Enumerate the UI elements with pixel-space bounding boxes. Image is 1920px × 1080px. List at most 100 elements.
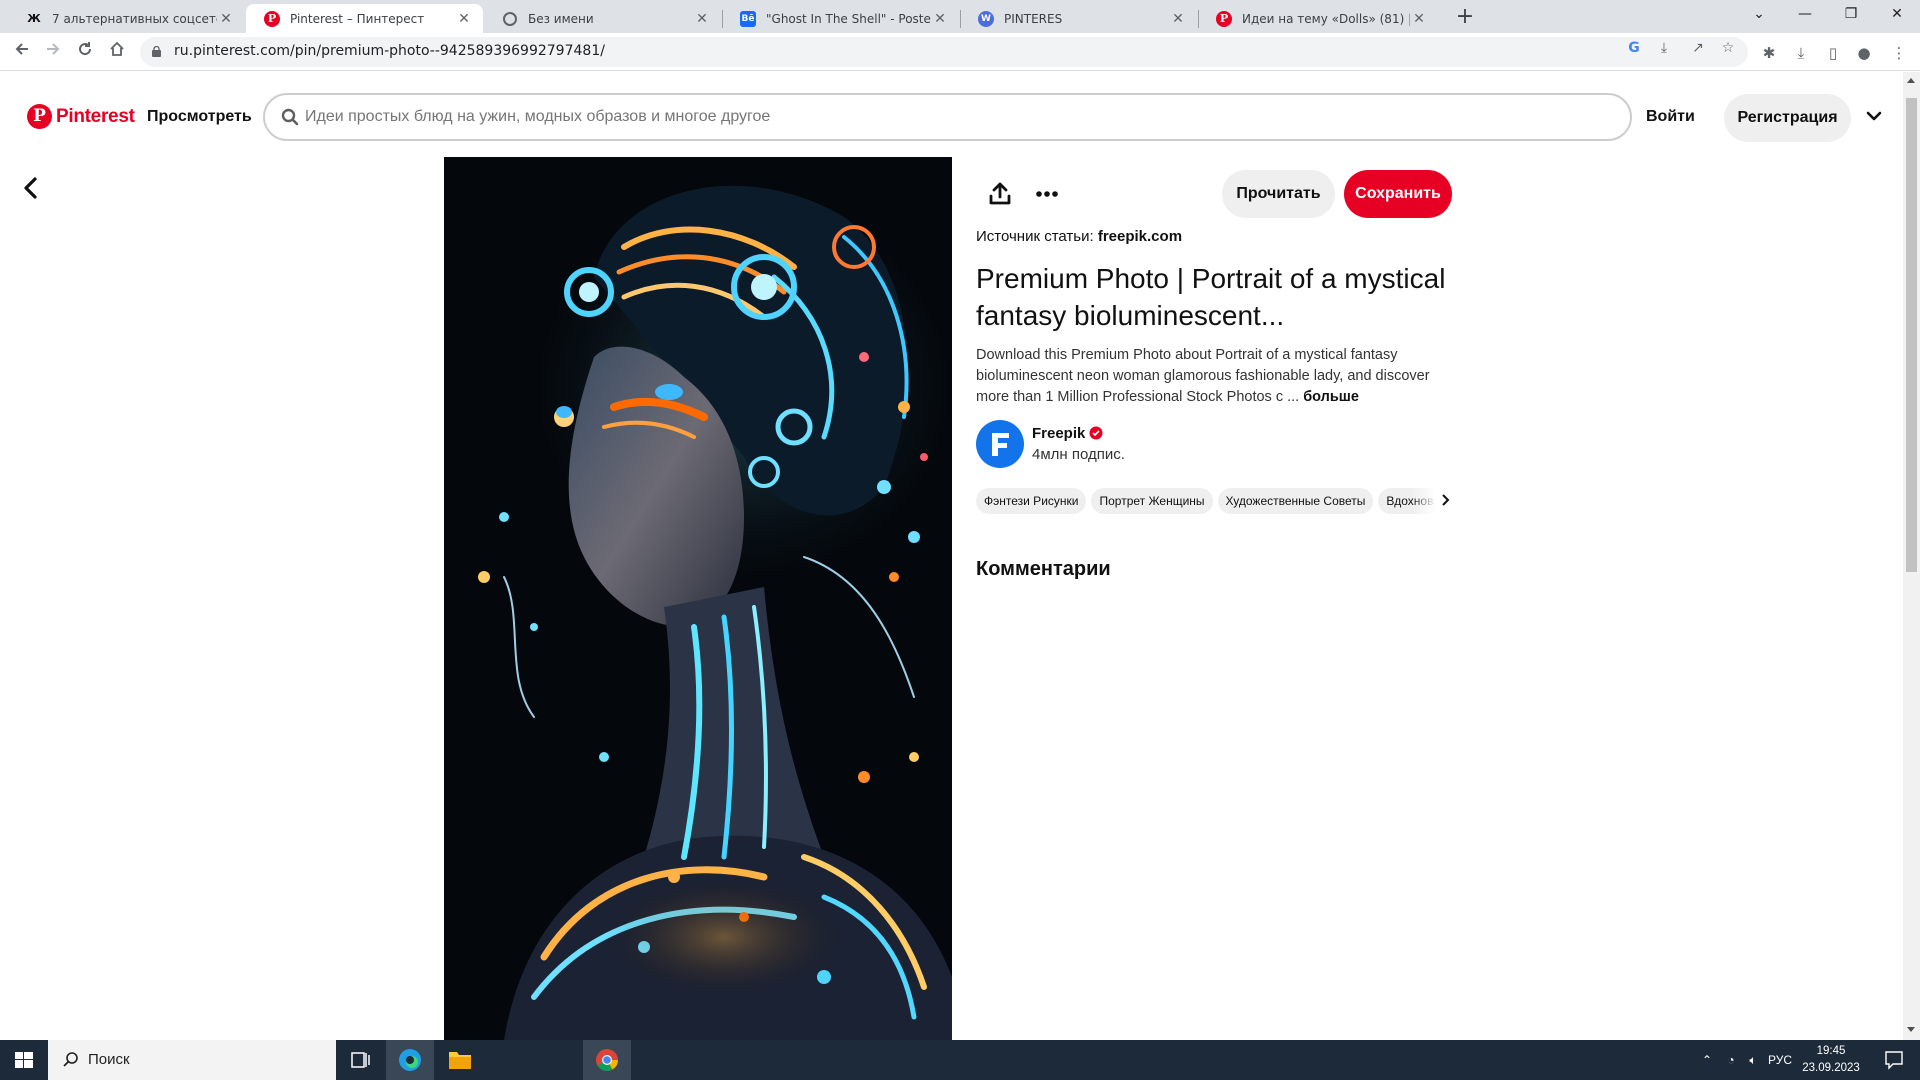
chevron-down-icon[interactable] xyxy=(1862,104,1886,128)
menu-dots-icon[interactable]: ⋮ xyxy=(1888,42,1910,64)
author-name[interactable]: Freepik xyxy=(1032,425,1085,442)
install-app-icon[interactable]: ⤓ xyxy=(1652,38,1676,58)
scrollbar-thumb[interactable] xyxy=(1906,98,1917,572)
minimize-icon[interactable]: — xyxy=(1782,0,1828,29)
tray-chevron-up-icon[interactable]: ⌃ xyxy=(1696,1040,1718,1080)
tab-title: Pinterest – Пинтерест xyxy=(290,11,425,26)
extensions-icon[interactable]: ✱ xyxy=(1758,42,1780,64)
login-button[interactable]: Войти xyxy=(1646,108,1695,126)
neon-portrait-illustration xyxy=(444,157,952,1040)
google-icon[interactable]: G xyxy=(1622,38,1646,58)
more-options-icon[interactable] xyxy=(1034,181,1060,207)
taskbar-search[interactable]: Поиск xyxy=(48,1040,336,1080)
new-tab-button[interactable]: + xyxy=(1451,5,1479,29)
edge-icon[interactable] xyxy=(386,1040,434,1080)
zen-icon: Ж xyxy=(27,12,41,25)
chrome-icon[interactable] xyxy=(583,1040,631,1080)
back-arrow-icon[interactable] xyxy=(18,174,44,202)
lock-icon xyxy=(152,46,161,57)
reload-icon[interactable] xyxy=(71,38,99,66)
notifications-icon[interactable] xyxy=(1874,1040,1914,1080)
search-icon xyxy=(281,108,299,126)
author-subscribers: 4млн подпис. xyxy=(1032,446,1125,463)
close-icon[interactable]: ✕ xyxy=(931,11,949,27)
tag-chip[interactable]: Фэнтези Рисунки xyxy=(976,488,1087,514)
save-button[interactable]: Сохранить xyxy=(1344,170,1452,218)
pinterest-logo-icon: P xyxy=(27,104,52,129)
pinterest-icon: P xyxy=(264,10,280,27)
close-icon[interactable]: ✕ xyxy=(693,11,711,27)
pinterest-header: P Pinterest Просмотреть Идеи простых блю… xyxy=(0,72,1903,164)
browser-tab-strip: Ж 7 альтернативных соцсетей для ✕ P Pint… xyxy=(0,0,1920,33)
tag-chip[interactable]: Портрет Женщины xyxy=(1091,488,1213,514)
chevron-right-icon[interactable] xyxy=(1440,490,1452,510)
clock-date: 23.09.2023 xyxy=(1802,1062,1860,1074)
pin-description: Download this Premium Photo about Portra… xyxy=(976,345,1456,408)
bookmark-star-icon[interactable]: ☆ xyxy=(1716,38,1740,58)
profile-icon[interactable]: ● xyxy=(1853,42,1875,64)
source-link[interactable]: freepik.com xyxy=(1098,228,1182,245)
search-icon xyxy=(63,1052,78,1067)
source-prefix: Источник статьи: xyxy=(976,228,1094,245)
back-arrow-icon[interactable] xyxy=(8,38,36,66)
close-icon[interactable]: ✕ xyxy=(217,11,235,27)
network-icon[interactable]: ◔ xyxy=(1720,1040,1742,1080)
file-explorer-icon[interactable] xyxy=(436,1040,484,1080)
freepik-logo-icon xyxy=(992,433,1009,456)
tab-search-icon[interactable]: ⌄ xyxy=(1736,0,1782,29)
forward-arrow-icon[interactable] xyxy=(39,38,67,66)
tab-dolls[interactable]: P Идеи на тему «Dolls» (81) | кукл ✕ xyxy=(1198,4,1438,33)
scroll-down-arrow-icon[interactable] xyxy=(1907,1027,1915,1032)
tab-pinterest[interactable]: P Pinterest – Пинтерест ✕ xyxy=(246,4,483,33)
tab-title: Идеи на тему «Dolls» (81) | кукл xyxy=(1242,11,1410,26)
home-icon[interactable] xyxy=(103,38,131,66)
close-icon[interactable]: ✕ xyxy=(1169,11,1187,27)
signup-button[interactable]: Регистрация xyxy=(1724,94,1851,142)
tab-zen[interactable]: Ж 7 альтернативных соцсетей для ✕ xyxy=(8,4,245,33)
pin-image[interactable] xyxy=(444,157,952,1040)
pinterest-logo[interactable]: P Pinterest xyxy=(27,104,135,129)
close-icon[interactable]: ✕ xyxy=(455,11,473,27)
pw-icon: W xyxy=(978,10,994,27)
share-page-icon[interactable]: ↗ xyxy=(1686,38,1710,58)
tab-title: PINTERES xyxy=(1004,11,1063,26)
comments-heading: Комментарии xyxy=(976,558,1111,580)
more-link[interactable]: больше xyxy=(1303,389,1359,405)
side-panel-icon[interactable]: ▯ xyxy=(1822,42,1844,64)
page-scrollbar[interactable] xyxy=(1903,72,1920,1040)
search-input[interactable]: Идеи простых блюд на ужин, модных образо… xyxy=(263,93,1632,141)
tab-untitled[interactable]: Без имени ✕ xyxy=(484,4,721,33)
pin-title: Premium Photo | Portrait of a mystical f… xyxy=(976,263,1446,331)
close-icon[interactable]: ✕ xyxy=(1410,11,1428,27)
task-view-icon[interactable] xyxy=(336,1040,384,1080)
windows-taskbar: Поиск ⌃ ◔ 🔈︎ РУС 19:45 23.09.2023 xyxy=(0,1040,1920,1080)
read-button[interactable]: Прочитать xyxy=(1222,170,1335,218)
tag-list: Фэнтези Рисунки Портрет Женщины Художестве… xyxy=(976,488,1452,516)
author-avatar[interactable] xyxy=(976,420,1024,468)
volume-icon[interactable]: 🔈︎ xyxy=(1742,1040,1764,1080)
windows-start-icon[interactable] xyxy=(0,1040,48,1080)
verified-badge-icon xyxy=(1089,426,1103,440)
close-window-icon[interactable]: ✕ xyxy=(1874,0,1920,29)
tag-chip[interactable]: Художественные Советы xyxy=(1217,488,1374,514)
scroll-up-arrow-icon[interactable] xyxy=(1907,78,1915,83)
description-text: Download this Premium Photo about Portra… xyxy=(976,347,1430,405)
browse-link[interactable]: Просмотреть xyxy=(147,108,252,126)
tab-title: 7 альтернативных соцсетей для xyxy=(52,11,217,26)
clock-time: 19:45 xyxy=(1816,1045,1846,1057)
pinterest-wordmark: Pinterest xyxy=(56,105,135,127)
article-source: Источник статьи: freepik.com xyxy=(976,228,1182,245)
pinterest-icon: P xyxy=(1216,10,1232,27)
share-icon[interactable] xyxy=(987,181,1013,207)
address-bar[interactable]: ru.pinterest.com/pin/premium-photo--9425… xyxy=(140,37,1748,67)
language-indicator[interactable]: РУС xyxy=(1766,1040,1794,1080)
browser-toolbar: ru.pinterest.com/pin/premium-photo--9425… xyxy=(0,33,1920,71)
taskbar-clock[interactable]: 19:45 23.09.2023 xyxy=(1796,1043,1866,1077)
tab-pinteres[interactable]: W PINTERES ✕ xyxy=(960,4,1197,33)
downloads-icon[interactable]: ⤓ xyxy=(1790,42,1812,64)
tab-title: Без имени xyxy=(528,11,594,26)
tab-behance[interactable]: Bē "Ghost In The Shell" - Poster Posi ✕ xyxy=(722,4,959,33)
behance-icon: Bē xyxy=(740,10,756,27)
restore-icon[interactable]: ❐ xyxy=(1828,0,1874,29)
url-text: ru.pinterest.com/pin/premium-photo--9425… xyxy=(174,43,605,59)
